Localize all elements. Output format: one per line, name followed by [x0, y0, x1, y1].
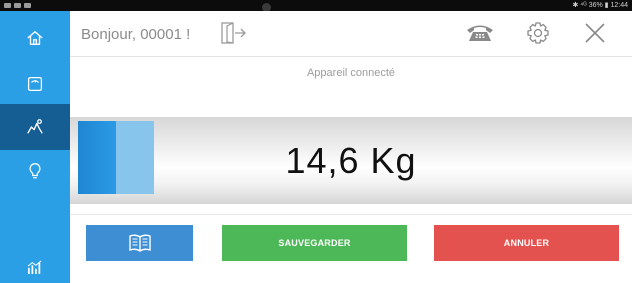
sidebar-item-tips[interactable]	[0, 148, 70, 194]
header: Bonjour, 00001 !	[70, 11, 632, 57]
home-icon	[27, 31, 43, 45]
logout-icon[interactable]	[220, 21, 248, 45]
sidebar-item-stats[interactable]	[0, 251, 70, 283]
status-bar-indicators: ✱ ⁴ᴳ 36% ▮ 12:44	[572, 2, 628, 9]
scale-icon	[27, 76, 43, 92]
book-icon	[128, 234, 151, 252]
sidebar-item-scale[interactable]	[0, 61, 70, 107]
phone-icon[interactable]	[465, 23, 495, 43]
device-status-text: Appareil connecté	[306, 67, 396, 79]
sidebar-item-activity[interactable]	[0, 104, 70, 150]
weight-value: 14,6 Kg	[285, 140, 417, 181]
sidebar	[0, 11, 70, 283]
notification-icons	[4, 1, 44, 9]
stats-icon	[27, 260, 42, 274]
sidebar-item-home[interactable]	[0, 15, 70, 61]
status-bar: ✱ ⁴ᴳ 36% ▮ 12:44	[0, 0, 632, 12]
guide-button[interactable]	[86, 225, 193, 261]
save-button[interactable]: SAUVEGARDER	[222, 225, 407, 261]
greeting-text: Bonjour, 00001 !	[81, 26, 191, 43]
lightbulb-icon	[29, 163, 41, 179]
divider	[70, 214, 632, 215]
activity-icon	[27, 119, 43, 134]
close-icon[interactable]	[584, 22, 606, 44]
cancel-button[interactable]: ANNULER	[434, 225, 619, 261]
gear-icon[interactable]	[526, 21, 550, 45]
